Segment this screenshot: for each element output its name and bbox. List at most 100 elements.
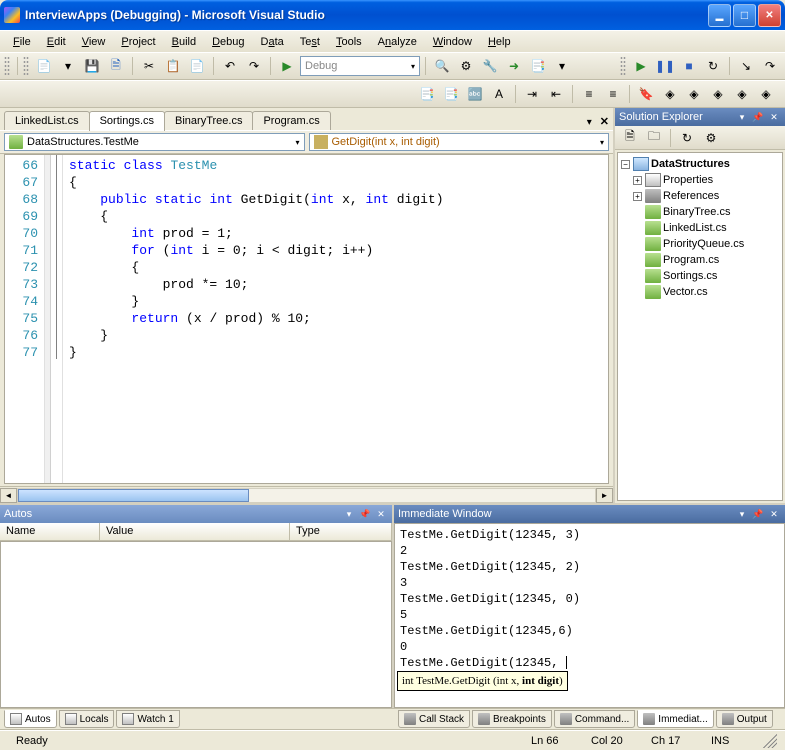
redo-button[interactable]: ↷	[243, 55, 265, 77]
autos-grid[interactable]	[0, 541, 392, 708]
tool-btn[interactable]: ◈	[683, 83, 705, 105]
cut-button[interactable]: ✂	[138, 55, 160, 77]
tree-file[interactable]: Sortings.cs	[621, 268, 779, 284]
menu-debug[interactable]: Debug	[205, 34, 251, 50]
tool-btn[interactable]: ◈	[707, 83, 729, 105]
tree-file[interactable]: Program.cs	[621, 252, 779, 268]
method-dropdown[interactable]: GetDigit(int x, int digit)	[309, 133, 610, 151]
menu-help[interactable]: Help	[481, 34, 518, 50]
menu-view[interactable]: View	[75, 34, 113, 50]
show-all-button[interactable]: 🗀	[643, 127, 665, 149]
properties-button[interactable]: 🗎	[619, 127, 641, 149]
tab-program[interactable]: Program.cs	[252, 111, 330, 130]
menu-window[interactable]: Window	[426, 34, 479, 50]
immediate-input[interactable]: TestMe.GetDigit(12345, 3) 2 TestMe.GetDi…	[394, 523, 785, 708]
open-button[interactable]: ▾	[57, 55, 79, 77]
comment-button[interactable]: ≡	[578, 83, 600, 105]
minimize-button[interactable]	[708, 4, 731, 27]
save-button[interactable]: 💾	[81, 55, 103, 77]
step-over-button[interactable]: ↷	[759, 55, 781, 77]
step-button[interactable]: ➜	[503, 55, 525, 77]
tool-btn[interactable]: 📑	[440, 83, 462, 105]
pause-button[interactable]: ❚❚	[654, 55, 676, 77]
copy-button[interactable]: 📋	[162, 55, 184, 77]
tree-file[interactable]: PriorityQueue.cs	[621, 236, 779, 252]
tree-file[interactable]: LinkedList.cs	[621, 220, 779, 236]
toolbar-grip[interactable]	[4, 56, 10, 76]
tab-breakpoints[interactable]: Breakpoints	[472, 710, 552, 728]
tab-autos[interactable]: Autos	[4, 710, 57, 728]
tab-immediate[interactable]: Immediat...	[637, 710, 713, 728]
start-debug-button[interactable]: ▶	[276, 55, 298, 77]
tool-btn[interactable]: 📑	[527, 55, 549, 77]
new-project-button[interactable]: 📄	[33, 55, 55, 77]
tool-btn[interactable]: 🔤	[464, 83, 486, 105]
tool-btn[interactable]: ⚙	[455, 55, 477, 77]
tool-btn[interactable]: 📑	[416, 83, 438, 105]
tree-file[interactable]: BinaryTree.cs	[621, 204, 779, 220]
save-all-button[interactable]: 🗎	[105, 55, 127, 77]
menu-tools[interactable]: Tools	[329, 34, 369, 50]
tree-properties[interactable]: +Properties	[621, 172, 779, 188]
panel-close-icon[interactable]: ✕	[767, 507, 781, 521]
menu-project[interactable]: Project	[114, 34, 162, 50]
tool-btn[interactable]: ▾	[551, 55, 573, 77]
scroll-right-button[interactable]: ►	[596, 488, 613, 503]
continue-button[interactable]: ▶	[630, 55, 652, 77]
outline-margin[interactable]	[51, 155, 63, 483]
tree-project[interactable]: −DataStructures	[621, 156, 779, 172]
panel-dropdown-icon[interactable]: ▾	[735, 110, 749, 124]
indent-button[interactable]: ⇥	[521, 83, 543, 105]
bookmark-button[interactable]: 🔖	[635, 83, 657, 105]
menu-build[interactable]: Build	[165, 34, 203, 50]
tab-command[interactable]: Command...	[554, 710, 635, 728]
menu-test[interactable]: Test	[293, 34, 327, 50]
close-button[interactable]	[758, 4, 781, 27]
step-into-button[interactable]: ↘	[735, 55, 757, 77]
menu-file[interactable]: File	[6, 34, 38, 50]
tree-file[interactable]: Vector.cs	[621, 284, 779, 300]
col-name[interactable]: Name	[0, 523, 100, 540]
col-value[interactable]: Value	[100, 523, 290, 540]
toolbar-grip[interactable]	[23, 56, 29, 76]
pin-icon[interactable]: 📌	[751, 507, 765, 521]
scroll-left-button[interactable]: ◄	[0, 488, 17, 503]
resize-grip[interactable]	[763, 734, 777, 748]
config-dropdown[interactable]: Debug	[300, 56, 420, 76]
menu-data[interactable]: Data	[254, 34, 291, 50]
tab-callstack[interactable]: Call Stack	[398, 710, 470, 728]
editor-hscrollbar[interactable]: ◄ ►	[0, 486, 613, 503]
menu-analyze[interactable]: Analyze	[371, 34, 424, 50]
code-area[interactable]: static class TestMe { public static int …	[63, 155, 608, 483]
pin-icon[interactable]: 📌	[358, 507, 372, 521]
code-editor[interactable]: 66 67 68 69 70 71 72 73 74 75 76 77 stat…	[4, 154, 609, 484]
col-type[interactable]: Type	[290, 523, 392, 540]
paste-button[interactable]: 📄	[186, 55, 208, 77]
tool-btn[interactable]: 🔧	[479, 55, 501, 77]
tree-references[interactable]: +References	[621, 188, 779, 204]
tab-locals[interactable]: Locals	[59, 710, 115, 728]
find-button[interactable]: 🔍	[431, 55, 453, 77]
solution-tree[interactable]: −DataStructures +Properties +References …	[617, 152, 783, 501]
scroll-thumb[interactable]	[18, 489, 249, 502]
panel-dropdown-icon[interactable]: ▾	[735, 507, 749, 521]
view-button[interactable]: ⚙	[700, 127, 722, 149]
uncomment-button[interactable]: ≡	[602, 83, 624, 105]
tool-btn[interactable]: ◈	[755, 83, 777, 105]
tab-sortings[interactable]: Sortings.cs	[89, 111, 165, 131]
panel-close-icon[interactable]: ✕	[767, 110, 781, 124]
tool-btn[interactable]: ◈	[731, 83, 753, 105]
tab-dropdown[interactable]: ▾	[583, 115, 596, 130]
menu-edit[interactable]: Edit	[40, 34, 73, 50]
tab-output[interactable]: Output	[716, 710, 773, 728]
tab-linkedlist[interactable]: LinkedList.cs	[4, 111, 90, 130]
outdent-button[interactable]: ⇤	[545, 83, 567, 105]
pin-icon[interactable]: 📌	[751, 110, 765, 124]
tool-btn[interactable]: ◈	[659, 83, 681, 105]
panel-dropdown-icon[interactable]: ▾	[342, 507, 356, 521]
stop-button[interactable]: ■	[678, 55, 700, 77]
restart-button[interactable]: ↻	[702, 55, 724, 77]
tab-binarytree[interactable]: BinaryTree.cs	[164, 111, 253, 130]
undo-button[interactable]: ↶	[219, 55, 241, 77]
maximize-button[interactable]	[733, 4, 756, 27]
